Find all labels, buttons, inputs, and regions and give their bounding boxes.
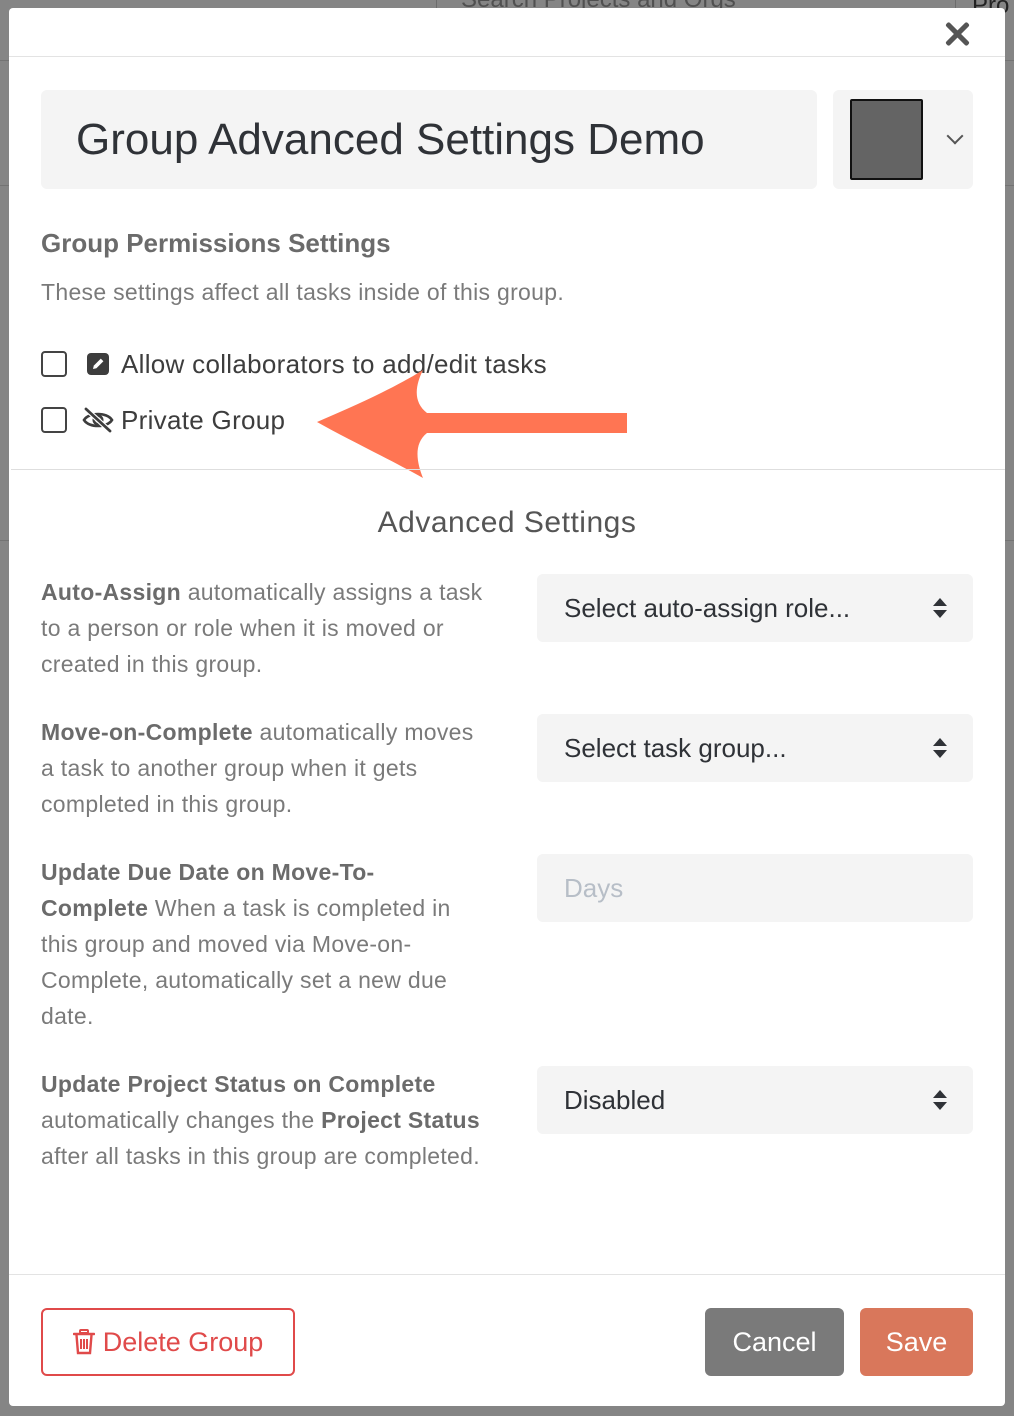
delete-group-button[interactable]: Delete Group xyxy=(41,1308,295,1376)
group-settings-modal: Group Advanced Settings Demo Group Permi… xyxy=(9,8,1005,1406)
update-status-text: automatically changes the xyxy=(41,1107,322,1133)
project-status-select-value: Disabled xyxy=(564,1085,666,1115)
select-arrows-icon xyxy=(933,598,947,618)
private-group-row: Private Group xyxy=(41,405,285,435)
task-group-select[interactable]: Select task group... xyxy=(537,714,973,782)
permissions-description: These settings affect all tasks inside o… xyxy=(41,279,565,305)
cancel-button[interactable]: Cancel xyxy=(705,1308,844,1376)
auto-assign-description: Auto-Assign automatically assigns a task… xyxy=(41,574,491,682)
section-divider xyxy=(11,469,1005,470)
color-swatch xyxy=(850,99,923,180)
select-arrows-icon xyxy=(933,1090,947,1110)
project-status-term: Project Status xyxy=(321,1107,480,1133)
task-group-select-value: Select task group... xyxy=(564,733,787,763)
eye-slash-icon xyxy=(81,406,115,434)
advanced-settings-heading: Advanced Settings xyxy=(377,506,637,539)
permissions-heading: Group Permissions Settings xyxy=(41,228,391,258)
footer-divider xyxy=(9,1274,1005,1275)
project-status-select[interactable]: Disabled xyxy=(537,1066,973,1134)
auto-assign-select-value: Select auto-assign role... xyxy=(564,593,851,623)
auto-assign-name: Auto-Assign xyxy=(41,579,182,605)
group-color-picker[interactable] xyxy=(833,90,973,189)
move-on-complete-description: Move-on-Complete automatically moves a t… xyxy=(41,714,491,822)
annotation-arrow xyxy=(317,370,627,478)
update-due-date-description: Update Due Date on Move-To-Complete When… xyxy=(41,854,481,1034)
days-input[interactable] xyxy=(537,854,973,922)
edit-icon xyxy=(81,350,115,378)
update-status-description: Update Project Status on Complete automa… xyxy=(41,1066,481,1174)
group-name-input[interactable]: Group Advanced Settings Demo xyxy=(41,90,817,189)
update-status-name: Update Project Status on Complete xyxy=(41,1071,436,1097)
modal-header xyxy=(9,8,1005,57)
auto-assign-select[interactable]: Select auto-assign role... xyxy=(537,574,973,642)
save-button[interactable]: Save xyxy=(860,1308,973,1376)
select-arrows-icon xyxy=(933,738,947,758)
update-status-text-end: after all tasks in this group are comple… xyxy=(41,1143,480,1169)
private-group-checkbox[interactable] xyxy=(41,407,67,433)
trash-icon xyxy=(72,1329,95,1355)
group-title-row: Group Advanced Settings Demo xyxy=(41,90,973,189)
delete-group-label: Delete Group xyxy=(102,1327,264,1357)
close-icon[interactable] xyxy=(943,20,971,48)
allow-edit-checkbox[interactable] xyxy=(41,351,67,377)
private-group-label: Private Group xyxy=(121,404,286,435)
chevron-down-icon xyxy=(946,127,964,145)
move-on-complete-name: Move-on-Complete xyxy=(41,719,253,745)
